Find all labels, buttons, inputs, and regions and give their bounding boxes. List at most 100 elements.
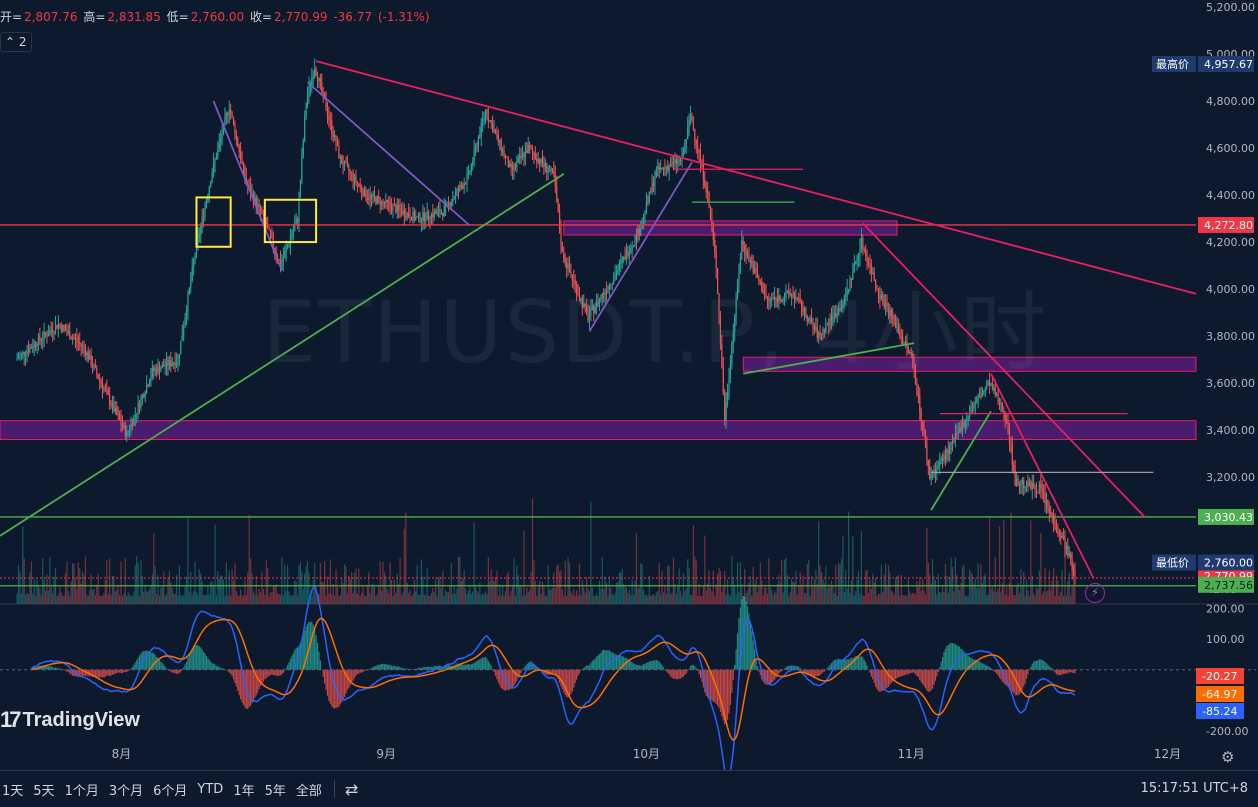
- volume-bar: [141, 575, 143, 604]
- volume-bar: [1004, 594, 1006, 604]
- candle-body: [588, 315, 591, 321]
- range-1m-button[interactable]: 1个月: [65, 780, 99, 799]
- candle-body: [385, 199, 387, 204]
- open-value: 2,807.76: [24, 10, 78, 24]
- range-all-button[interactable]: 全部: [296, 780, 322, 799]
- candle-body: [52, 330, 54, 333]
- candle-body: [240, 151, 242, 161]
- candle-body: [855, 261, 857, 264]
- candle-body: [689, 115, 692, 120]
- candle-body: [36, 346, 38, 348]
- macd-histogram-bar: [772, 669, 774, 682]
- price-chart[interactable]: 5,200.005,000.004,800.004,600.004,400.00…: [0, 0, 1258, 807]
- candle-body: [726, 391, 729, 403]
- lightning-icon[interactable]: ⚡: [1085, 583, 1105, 603]
- candle-body: [265, 221, 267, 227]
- level-4272-badge-text: 4,272.80: [1204, 219, 1253, 232]
- candle-body: [383, 202, 386, 204]
- volume-bar: [672, 557, 675, 604]
- candle-body: [154, 368, 156, 372]
- range-5y-button[interactable]: 5年: [265, 780, 286, 799]
- volume-bar: [342, 583, 344, 604]
- macd-histogram-bar: [174, 669, 176, 674]
- macd-histogram-bar: [281, 669, 283, 675]
- volume-bar: [890, 590, 892, 604]
- volume-bar: [623, 584, 625, 604]
- candle-body: [62, 325, 64, 332]
- volume-bar: [655, 592, 657, 604]
- macd-histogram-bar: [262, 669, 265, 682]
- candle-body: [956, 433, 958, 435]
- volume-bar: [271, 591, 273, 604]
- macd-histogram-bar: [489, 663, 491, 670]
- candle-body: [981, 392, 984, 397]
- volume-bar: [859, 593, 861, 604]
- volume-bar: [1035, 587, 1038, 604]
- indicator-collapse-button[interactable]: ⌃ 2: [0, 32, 32, 52]
- candle-body: [89, 355, 91, 360]
- candle-body: [667, 166, 669, 171]
- volume-bar: [567, 557, 569, 604]
- range-1y-button[interactable]: 1年: [233, 780, 254, 799]
- candle-body: [882, 294, 884, 300]
- candle-body: [292, 230, 294, 236]
- volume-bar: [446, 592, 448, 604]
- gear-icon[interactable]: ⚙: [1221, 748, 1234, 766]
- range-3m-button[interactable]: 3个月: [109, 780, 143, 799]
- candle-body: [511, 167, 514, 170]
- volume-bar: [84, 556, 87, 604]
- range-5d-button[interactable]: 5天: [33, 780, 54, 799]
- volume-bar: [627, 593, 629, 604]
- volume-bar: [704, 535, 706, 604]
- candle-body: [823, 328, 825, 333]
- volume-bar: [936, 594, 938, 604]
- volume-bar: [158, 595, 161, 604]
- volume-bar: [392, 595, 394, 604]
- macd-histogram-bar: [292, 653, 294, 670]
- candle-body: [447, 201, 450, 203]
- volume-bar: [679, 590, 682, 604]
- volume-bar: [343, 563, 346, 604]
- volume-bar: [1057, 580, 1059, 604]
- candle-body: [729, 364, 732, 378]
- volume-bar: [1055, 575, 1058, 604]
- candle-body: [217, 148, 219, 158]
- volume-bar: [183, 595, 185, 604]
- macd-histogram-bar: [388, 664, 390, 670]
- candle-body: [752, 264, 754, 272]
- candle-body: [745, 251, 747, 256]
- range-ytd-button[interactable]: YTD: [197, 782, 223, 797]
- macd-histogram-bar: [576, 669, 578, 680]
- macd-histogram-bar: [84, 669, 87, 676]
- volume-bar: [526, 587, 528, 604]
- range-6m-button[interactable]: 6个月: [153, 780, 187, 799]
- candle-body: [754, 268, 756, 272]
- candle-body: [315, 68, 317, 76]
- candle-body: [677, 160, 679, 164]
- candle-body: [556, 185, 558, 202]
- volume-bar: [860, 531, 863, 604]
- candle-body: [134, 414, 136, 417]
- candle-body: [147, 385, 149, 387]
- candle-body: [772, 298, 774, 300]
- candle-body: [291, 235, 293, 239]
- clock-display[interactable]: 15:17:51 UTC+8: [1141, 781, 1248, 796]
- volume-bar: [828, 583, 830, 604]
- macd-histogram-bar: [107, 669, 109, 676]
- candle-body: [119, 414, 121, 420]
- volume-bar: [648, 576, 650, 604]
- candle-body: [699, 153, 702, 163]
- date-range-icon[interactable]: ⇄: [345, 780, 358, 799]
- volume-bar: [49, 556, 51, 604]
- volume-bar: [719, 570, 722, 604]
- candle-body: [907, 346, 909, 353]
- volume-bar: [380, 590, 383, 604]
- volume-bar: [530, 572, 532, 604]
- candle-body: [59, 323, 61, 326]
- price-tick-label: 4,800.00: [1206, 95, 1255, 108]
- volume-bar: [73, 563, 75, 604]
- volume-bar: [991, 586, 993, 604]
- range-1d-button[interactable]: 1天: [2, 780, 23, 799]
- candle-body: [123, 425, 125, 427]
- macd-histogram-bar: [839, 659, 841, 670]
